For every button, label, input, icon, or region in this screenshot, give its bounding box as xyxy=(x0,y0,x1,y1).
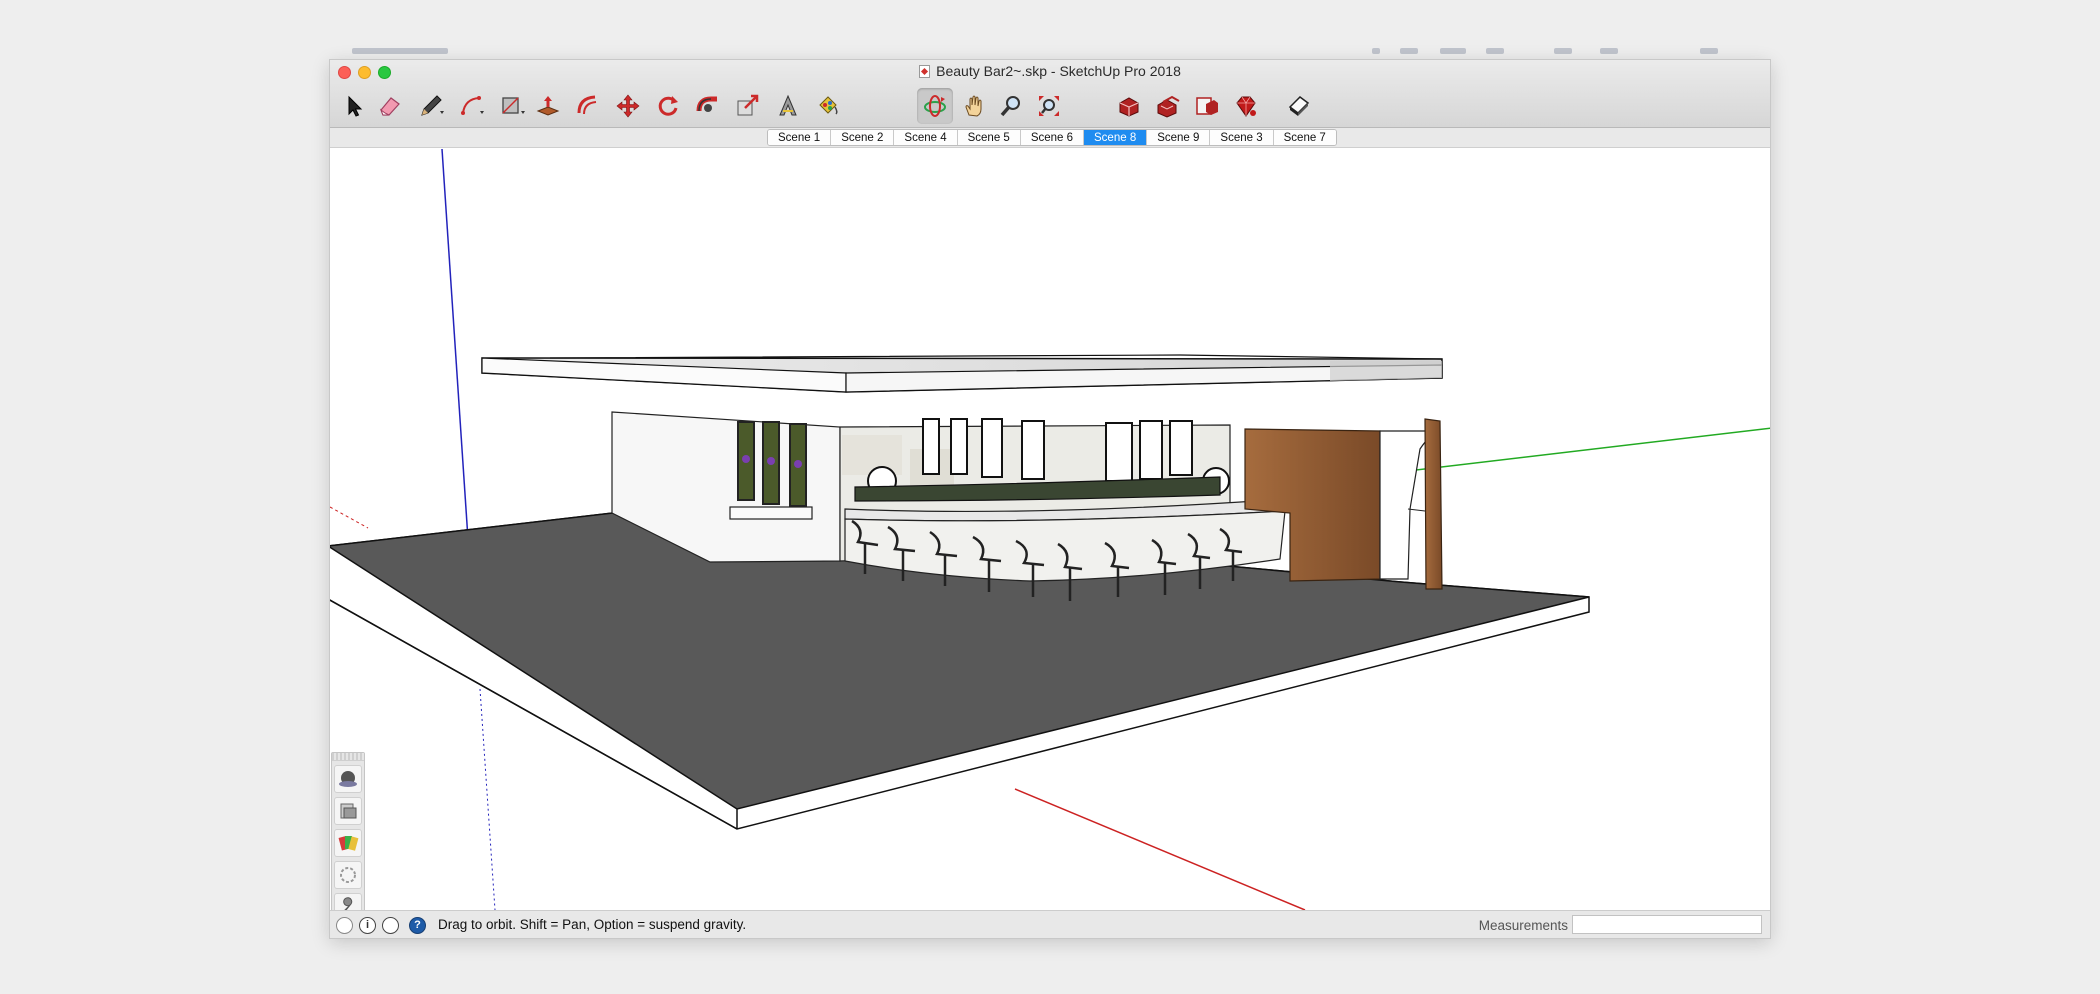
eraser-tool-button[interactable] xyxy=(372,88,408,124)
select-tool-button[interactable] xyxy=(336,88,372,124)
eraser-icon xyxy=(379,97,400,116)
measurements-label: Measurements xyxy=(1478,918,1568,933)
scene-tabs-bar: Scene 1 Scene 2 Scene 4 Scene 5 Scene 6 … xyxy=(330,128,1770,148)
rotate-icon xyxy=(658,96,678,116)
move-tool-button[interactable] xyxy=(610,88,646,124)
ruby-console-tool-button[interactable] xyxy=(1228,88,1264,124)
tape-tool-button[interactable] xyxy=(770,88,806,124)
paint-bucket-icon xyxy=(819,96,838,115)
scene-tab[interactable]: Scene 6 xyxy=(1020,130,1085,145)
layout-tool-button[interactable] xyxy=(1281,88,1317,124)
push-pull-icon xyxy=(536,96,560,116)
orbit-icon xyxy=(924,95,946,117)
wrench-icon xyxy=(343,897,353,910)
scene-tab[interactable]: Scene 4 xyxy=(894,130,958,145)
styles-button[interactable] xyxy=(334,765,362,793)
pan-tool-button[interactable] xyxy=(957,88,993,124)
scale-icon xyxy=(737,94,759,116)
materials-icon xyxy=(338,836,359,851)
styles-icon xyxy=(339,771,357,787)
hand-icon xyxy=(965,95,982,117)
blue-axis-line xyxy=(441,149,471,570)
scene-tab-selected[interactable]: Scene 8 xyxy=(1084,130,1148,145)
zoom-tool-button[interactable] xyxy=(993,88,1029,124)
warehouse-tool-button[interactable] xyxy=(1111,88,1147,124)
window-title: Beauty Bar2~.skp - SketchUp Pro 2018 xyxy=(330,63,1770,79)
measurements-input[interactable] xyxy=(1572,915,1762,934)
status-bar: i ? Drag to orbit. Shift = Pan, Option =… xyxy=(330,910,1770,938)
arc-tool-button[interactable] xyxy=(454,88,490,124)
magnifier-icon xyxy=(1000,96,1020,117)
green-art-panels xyxy=(737,421,807,507)
materials-button[interactable] xyxy=(334,829,362,857)
soften-edges-icon xyxy=(340,867,356,883)
send-to-layout-icon xyxy=(1288,96,1310,116)
scale-tool-button[interactable] xyxy=(730,88,766,124)
background-window-strip xyxy=(0,0,2100,58)
3d-warehouse-icon xyxy=(1119,97,1139,117)
red-axis-dashed xyxy=(330,506,369,529)
rectangle-icon xyxy=(502,97,525,114)
desktop: Beauty Bar2~.skp - SketchUp Pro 2018 Sce… xyxy=(0,0,2100,994)
model-viewport[interactable] xyxy=(330,149,1770,910)
extension-warehouse-icon xyxy=(1196,97,1218,115)
sketchup-window: Beauty Bar2~.skp - SketchUp Pro 2018 Sce… xyxy=(330,60,1770,938)
scene-tab[interactable]: Scene 9 xyxy=(1147,130,1211,145)
bar-model-3d-view xyxy=(330,149,1770,910)
move-icon xyxy=(616,94,640,118)
tape-measure-icon xyxy=(779,94,797,116)
red-axis-line xyxy=(1014,788,1306,910)
follow-me-icon xyxy=(696,96,717,112)
wood-post xyxy=(1424,418,1443,590)
scene-tab[interactable]: Scene 3 xyxy=(1210,130,1274,145)
scene-tab[interactable]: Scene 2 xyxy=(831,130,895,145)
window-title-text: Beauty Bar2~.skp - SketchUp Pro 2018 xyxy=(936,63,1181,79)
shape-tool-button[interactable] xyxy=(495,88,531,124)
scene-tab[interactable]: Scene 5 xyxy=(957,130,1021,145)
geo-location-icon[interactable] xyxy=(336,917,353,934)
scene-tabs: Scene 1 Scene 2 Scene 4 Scene 5 Scene 6 … xyxy=(767,129,1337,146)
scene-tab[interactable]: Scene 7 xyxy=(1273,130,1336,145)
user-account-icon[interactable] xyxy=(382,917,399,934)
pushpull-tool-button[interactable] xyxy=(530,88,566,124)
offset-icon xyxy=(577,95,597,115)
extension-warehouse-tool-button[interactable] xyxy=(1189,88,1225,124)
zoom-extents-icon xyxy=(1039,96,1059,116)
soften-edges-button[interactable] xyxy=(334,861,362,889)
orbit-tool-button[interactable] xyxy=(917,88,953,124)
rotate-tool-button[interactable] xyxy=(650,88,686,124)
tool-palette xyxy=(331,752,365,910)
arc-icon xyxy=(461,96,484,115)
zoom-extents-tool-button[interactable] xyxy=(1031,88,1067,124)
instructor-help-icon[interactable]: ? xyxy=(409,917,426,934)
model-info-button[interactable] xyxy=(334,893,362,910)
share-model-icon xyxy=(1157,95,1180,118)
paint-tool-button[interactable] xyxy=(810,88,846,124)
components-icon xyxy=(340,803,357,819)
line-tool-button[interactable] xyxy=(413,88,449,124)
blue-axis-dashed xyxy=(479,688,496,910)
arrow-cursor-icon xyxy=(348,95,363,117)
ruby-icon xyxy=(1236,96,1256,117)
status-hint-text: Drag to orbit. Shift = Pan, Option = sus… xyxy=(438,917,747,932)
document-icon xyxy=(919,65,931,78)
palette-drag-handle[interactable] xyxy=(332,753,364,761)
components-button[interactable] xyxy=(334,797,362,825)
credits-info-icon[interactable]: i xyxy=(359,917,376,934)
followme-tool-button[interactable] xyxy=(690,88,726,124)
title-bar: Beauty Bar2~.skp - SketchUp Pro 2018 xyxy=(330,60,1770,128)
share-model-tool-button[interactable] xyxy=(1150,88,1186,124)
offset-tool-button[interactable] xyxy=(570,88,606,124)
pencil-icon xyxy=(421,95,444,116)
scene-tab[interactable]: Scene 1 xyxy=(768,130,832,145)
